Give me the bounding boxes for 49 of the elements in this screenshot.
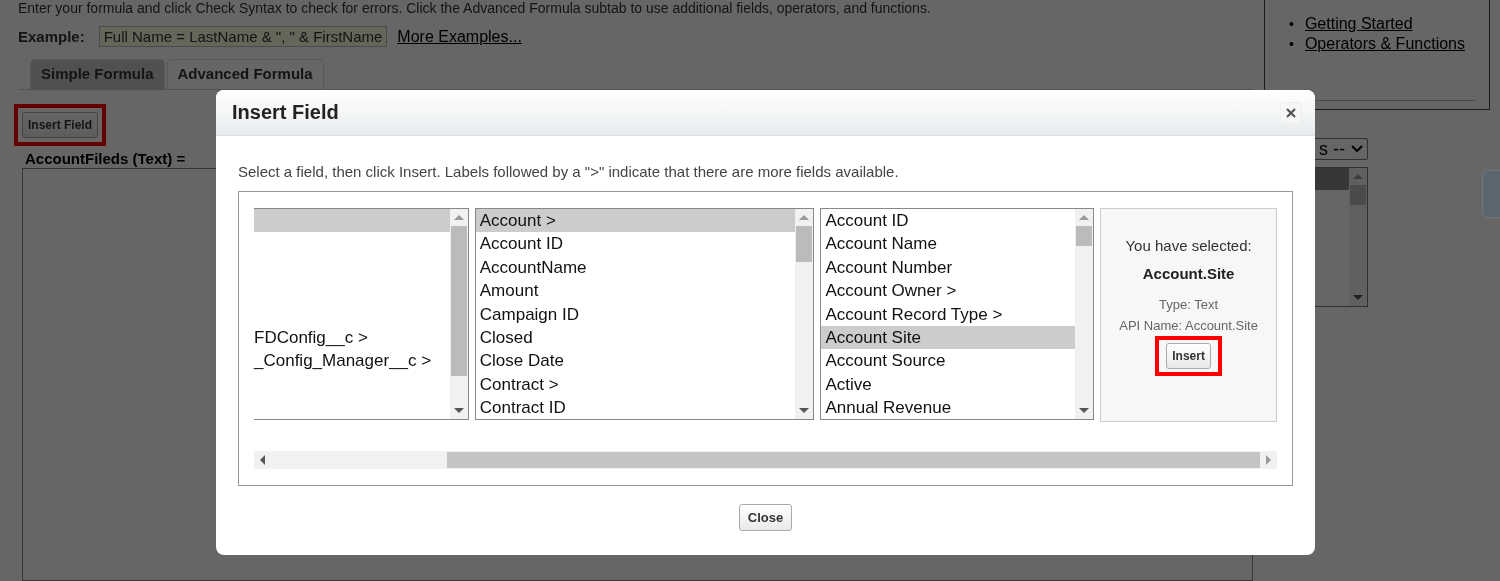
- formula-label: AccountFileds (Text) =: [25, 150, 186, 167]
- list-option[interactable]: AccountName: [475, 255, 796, 280]
- list-option[interactable]: Account Owner >: [821, 279, 1076, 303]
- list-option[interactable]: Account >: [475, 209, 796, 233]
- field-listbox[interactable]: Account ID Account Name Account Number Account Owner > Account Record Type > Account Site Account Source Active Annual Revenue: [820, 208, 1095, 420]
- list-option[interactable]: Close Date: [475, 349, 796, 373]
- field-listbox[interactable]: Account > Account ID AccountName Amount Campaign ID Closed Close Date Contract > Contract ID: [474, 208, 815, 420]
- dialog-title: Insert Field: [232, 101, 339, 124]
- list-option[interactable]: Amount: [475, 279, 796, 303]
- api-name: API Name: Account.Site: [1119, 318, 1258, 333]
- list-option[interactable]: Account Site: [821, 325, 1076, 350]
- scrollbar[interactable]: [795, 209, 814, 419]
- chevron-down-icon: [1351, 145, 1363, 153]
- example-formula: Full Name = LastName & ", " & FirstName: [98, 26, 388, 47]
- dialog-instructions: Select a field, then click Insert. Labels followed by a ">" indicate that there are more fields available.: [238, 163, 900, 180]
- list-option[interactable]: Account Record Type >: [821, 302, 1076, 326]
- list-option[interactable]: Account Name: [821, 232, 1076, 256]
- scrollbar[interactable]: [1349, 168, 1367, 306]
- dropdown-value: s --: [1319, 138, 1345, 160]
- more-examples-link[interactable]: More Examples...: [397, 27, 522, 46]
- scrollbar[interactable]: [449, 209, 468, 419]
- instruction-text: Enter your formula and click Check Syntax to check for errors. Click the Advanced Formula subtab to use additional fields, operators, and functions.: [18, 0, 932, 16]
- close-icon: [1286, 107, 1296, 118]
- selected-field-name: Account.Site: [1142, 265, 1235, 282]
- close-button[interactable]: [1280, 101, 1302, 124]
- field-listbox[interactable]: FDConfig__c > _Config_Manager__c >: [254, 208, 469, 420]
- help-link[interactable]: Operators & Functions: [1304, 34, 1465, 54]
- list-option[interactable]: Contract ID: [475, 396, 796, 420]
- example-label: Example:: [18, 28, 85, 45]
- list-option[interactable]: Campaign ID: [475, 302, 796, 326]
- list-option[interactable]: Account Source: [821, 349, 1076, 373]
- list-option[interactable]: Account ID: [475, 232, 796, 256]
- insert-button[interactable]: Insert: [1166, 343, 1211, 369]
- bullet: •: [1289, 15, 1294, 34]
- list-option[interactable]: Contract >: [475, 372, 796, 397]
- list-option[interactable]: Account ID: [821, 209, 1076, 233]
- list-option[interactable]: Closed: [475, 325, 796, 350]
- help-link[interactable]: Getting Started: [1304, 14, 1413, 34]
- horizontal-scrollbar[interactable]: [254, 451, 1277, 469]
- list-option[interactable]: Account Number: [821, 255, 1076, 280]
- list-option[interactable]: _Config_Manager__c >: [254, 349, 450, 373]
- selected-heading: You have selected:: [1125, 237, 1252, 254]
- list-option[interactable]: Active: [821, 372, 1076, 397]
- scrollbar[interactable]: [1075, 209, 1094, 419]
- list-option[interactable]: FDConfig__c >: [254, 325, 450, 350]
- bullet: •: [1289, 35, 1294, 54]
- field-type: Type: Text: [1159, 297, 1219, 312]
- close-button[interactable]: Close: [738, 504, 793, 531]
- list-option[interactable]: Annual Revenue: [821, 396, 1076, 420]
